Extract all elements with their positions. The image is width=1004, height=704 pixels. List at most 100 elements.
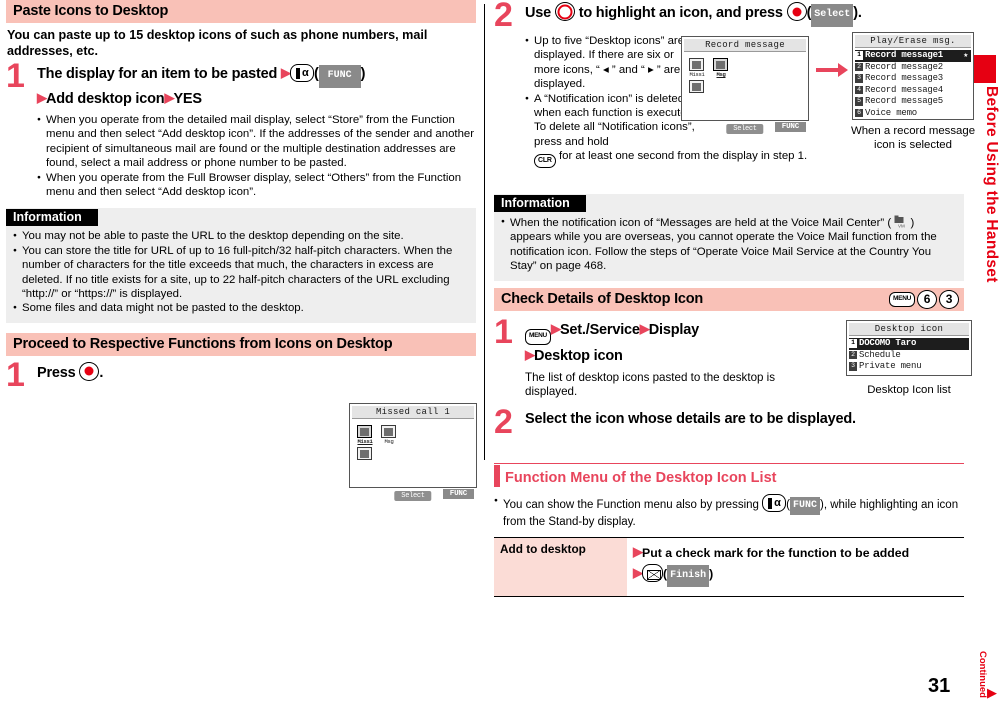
- step-title-text-2: to highlight an icon, and press: [578, 5, 783, 21]
- list-row: 1 Record message1 ★: [855, 50, 971, 62]
- svg-text:VM: VM: [898, 224, 905, 229]
- row-index: 4: [855, 85, 863, 94]
- voice-mail-icon: VM: [894, 215, 907, 229]
- lcd-softkey-func: FUNC: [442, 489, 474, 499]
- section-header-check-details: Check Details of Desktop Icon MENU 6 3: [494, 288, 964, 311]
- lcd-title: Desktop icon: [849, 323, 969, 336]
- message-icon: [713, 58, 728, 71]
- note-text-1: You can show the Function menu also by p…: [503, 499, 759, 512]
- bullet-item: When you operate from the Full Browser d…: [37, 171, 476, 200]
- step-number: 1: [6, 355, 25, 394]
- manual-page: Paste Icons to Desktop You can paste up …: [0, 0, 1004, 704]
- row-index: 1: [855, 51, 863, 60]
- list-row: 1 DOCOMO Taro: [849, 338, 969, 350]
- step-title: The display for an item to be pasted ▶(F…: [37, 63, 476, 109]
- step-2-bullets: Up to five “Desktop icons” are displayed…: [525, 34, 703, 149]
- bullet-item: When the notification icon of “Messages …: [501, 215, 957, 274]
- message-icon: [381, 425, 396, 438]
- step-number: 2: [494, 403, 513, 441]
- row-index: 5: [855, 97, 863, 106]
- step-number: 1: [6, 57, 25, 95]
- lcd-caption-desktop-icon-list: Desktop Icon list: [867, 384, 951, 396]
- page-number: 31: [928, 675, 951, 697]
- bullet-item: Up to five “Desktop icons” are displayed…: [525, 34, 703, 92]
- arrow-icon: ▶: [525, 346, 535, 362]
- bullet-item: A “Notification icon” is deleted when ea…: [525, 92, 703, 150]
- information-tag: Information: [6, 209, 98, 227]
- step-number: 2: [494, 0, 513, 34]
- list-row: 3 Private menu: [849, 361, 969, 373]
- generic-icon: [357, 447, 372, 460]
- row-index: 3: [855, 74, 863, 83]
- bullet-item: When you operate from the detailed mail …: [37, 113, 476, 171]
- information-tag: Information: [494, 195, 586, 212]
- menu-key-icon: MENU: [889, 291, 915, 308]
- mail-key-icon: [642, 564, 663, 583]
- list-row: 6 Voice memo: [855, 108, 971, 120]
- row-index: 3: [849, 362, 857, 371]
- i-mode-key-icon: [762, 494, 787, 513]
- step-title-text-2: Add desktop icon: [46, 91, 165, 107]
- desktop-icon-caption: Msg: [716, 71, 726, 78]
- right-column: 2 Use to highlight an icon, and press (S…: [494, 0, 975, 597]
- row-label: Record message1: [865, 50, 944, 60]
- clr-key-icon: CLR: [534, 154, 556, 169]
- list-row: 5 Record message5: [855, 96, 971, 108]
- step-title-text: Press: [37, 364, 76, 381]
- step-title-text-2: Display: [648, 322, 699, 338]
- bullet-item: You can show the Function menu also by p…: [494, 494, 964, 530]
- function-menu-section: Function Menu of the Desktop Icon List Y…: [494, 463, 964, 597]
- left-column: Paste Icons to Desktop You can paste up …: [6, 0, 477, 501]
- missed-call-icon: [689, 58, 704, 71]
- row-label: Schedule: [859, 349, 901, 360]
- desktop-icon-caption: Msg: [384, 438, 394, 445]
- row-index: 2: [855, 62, 863, 71]
- row-label: Record message2: [865, 61, 944, 72]
- lcd-screen-missed-call: Missed call 1 Miss1 Msg Select FUNC: [349, 403, 477, 501]
- lcd-softkey-func: FUNC: [774, 122, 806, 132]
- step-title: Press .: [37, 361, 476, 383]
- flow-arrow-icon: [816, 62, 848, 78]
- desktop-icon-third: [689, 80, 705, 93]
- list-row: 4 Record message4: [855, 85, 971, 97]
- softkey-finish-label: Finish: [667, 565, 710, 588]
- arrow-icon: ▶: [550, 321, 561, 336]
- side-thumb-tab: Before Using the Handset: [964, 0, 1004, 470]
- section-title: Check Details of Desktop Icon: [501, 291, 704, 307]
- table-row: Add to desktop ▶Put a check mark for the…: [494, 537, 964, 597]
- bullet-text-1: When the notification icon of “Messages …: [510, 217, 892, 229]
- arrow-icon: ▶: [639, 321, 650, 336]
- information-box-1: Information You may not be able to paste…: [6, 208, 476, 323]
- step-title-text-1: The display for an item to be pasted: [37, 66, 278, 82]
- desktop-icon-message: Msg: [381, 425, 397, 445]
- arrow-icon: ▶: [633, 565, 643, 581]
- step-number: 1: [494, 313, 513, 351]
- section-title: Paste Icons to Desktop: [13, 3, 169, 19]
- step-title: Use to highlight an icon, and press (Sel…: [525, 2, 964, 27]
- desktop-icon-caption: Miss1: [357, 438, 373, 445]
- arrow-icon: ▶: [633, 544, 643, 560]
- arrow-icon: ▶: [281, 65, 291, 80]
- softkey-func-label: FUNC: [789, 497, 820, 516]
- missed-call-icon: [357, 425, 372, 438]
- subhead-rule: [494, 463, 964, 465]
- step-1-proceed: 1 Press .: [6, 358, 476, 392]
- row-index: 6: [855, 108, 863, 117]
- lcd-softkey-select: Select: [726, 124, 764, 134]
- multi-direction-key-icon: [554, 2, 575, 21]
- row-label: Record message3: [865, 73, 944, 83]
- function-menu-heading: Function Menu of the Desktop Icon List: [494, 465, 964, 488]
- bullet-text: A “Notification icon” is deleted when ea…: [534, 92, 697, 148]
- row-label: Record message5: [865, 96, 944, 106]
- center-select-key-icon: [79, 361, 100, 381]
- bullet-item: You can store the title for URL of up to…: [13, 244, 469, 302]
- step-title: Select the icon whose details are to be …: [525, 411, 856, 427]
- lcd-screen-desktop-icon-list: Desktop icon 1 DOCOMO Taro 2 Schedule 3 …: [846, 320, 972, 376]
- step-title: MENU ▶Set./Service▶Display ▶Desktop icon: [525, 319, 804, 366]
- lcd-list: 1 DOCOMO Taro 2 Schedule 3 Private menu: [847, 338, 971, 373]
- row-label: Private menu: [859, 361, 922, 371]
- step-title-text-3: YES: [173, 91, 202, 107]
- list-row: 2 Record message2: [855, 62, 971, 74]
- desktop-icon-third: [357, 447, 373, 460]
- lcd-title: Missed call 1: [352, 406, 474, 419]
